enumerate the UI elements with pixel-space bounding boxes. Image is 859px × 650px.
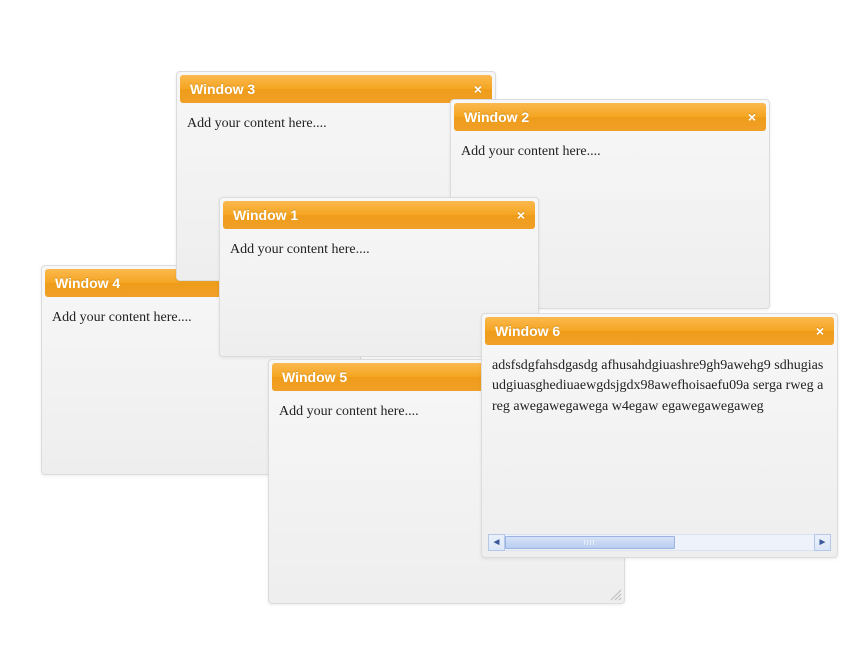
window-6-titlebar[interactable]: Window 6 × [485, 317, 834, 345]
window-2-titlebar[interactable]: Window 2 × [454, 103, 766, 131]
window-1-title: Window 1 [233, 207, 298, 223]
window-3-content-text: Add your content here.... [187, 114, 485, 134]
resize-handle-icon[interactable] [608, 587, 622, 601]
close-icon[interactable]: × [472, 82, 484, 96]
close-icon[interactable]: × [515, 208, 527, 222]
window-1-titlebar[interactable]: Window 1 × [223, 201, 535, 229]
scrollbar-thumb[interactable] [505, 536, 675, 549]
window-2-title: Window 2 [464, 109, 529, 125]
window-3-title: Window 3 [190, 81, 255, 97]
window-2-content: Add your content here.... [451, 134, 769, 172]
window-1-content-text: Add your content here.... [230, 240, 528, 260]
horizontal-scrollbar[interactable]: ◄ ► [488, 534, 831, 551]
window-6[interactable]: Window 6 × adsfsdgfahsdgasdg afhusahdgiu… [481, 313, 838, 558]
window-6-content-text: adsfsdgfahsdgasdg afhusahdgiuashre9gh9aw… [492, 356, 827, 417]
window-5-title: Window 5 [282, 369, 347, 385]
window-3-content: Add your content here.... [177, 106, 495, 144]
scroll-left-icon[interactable]: ◄ [488, 534, 505, 551]
window-6-title: Window 6 [495, 323, 560, 339]
window-3-titlebar[interactable]: Window 3 × [180, 75, 492, 103]
window-4-title: Window 4 [55, 275, 120, 291]
close-icon[interactable]: × [746, 110, 758, 124]
scrollbar-track[interactable] [505, 534, 814, 551]
close-icon[interactable]: × [814, 324, 826, 338]
window-6-content: adsfsdgfahsdgasdg afhusahdgiuashre9gh9aw… [482, 348, 837, 445]
window-1-content: Add your content here.... [220, 232, 538, 270]
window-2-content-text: Add your content here.... [461, 142, 759, 162]
scroll-right-icon[interactable]: ► [814, 534, 831, 551]
